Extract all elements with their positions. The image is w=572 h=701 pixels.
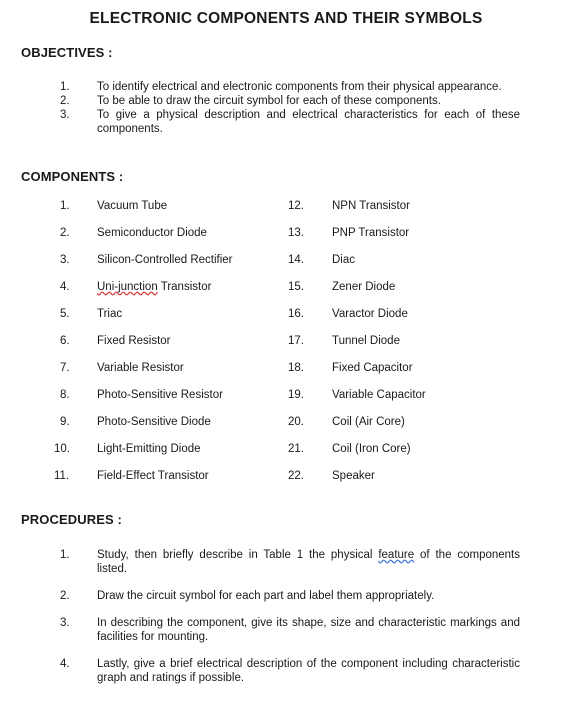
component-label-right: Zener Diode (332, 281, 396, 293)
component-number-right: 17. (288, 335, 304, 347)
component-label-left: Semiconductor Diode (97, 227, 207, 239)
component-row: 2. Semiconductor Diode 13. PNP Transisto… (0, 226, 572, 253)
component-row: 3. Silicon-Controlled Rectifier 14. Diac (0, 253, 572, 280)
objective-number: 2. (60, 95, 70, 107)
procedure-number: 4. (60, 658, 70, 670)
component-label-right: Diac (332, 254, 356, 266)
component-row: 11. Field-Effect Transistor 22. Speaker (0, 469, 572, 496)
objectives-list: 1. To identify electrical and electronic… (0, 80, 572, 136)
component-number-left: 5. (60, 308, 70, 320)
objective-item: 2. To be able to draw the circuit symbol… (0, 94, 572, 108)
component-number-left: 4. (60, 281, 70, 293)
component-label-left: Photo-Sensitive Resistor (97, 389, 223, 401)
procedure-number: 3. (60, 617, 70, 629)
component-number-right: 20. (288, 416, 304, 428)
component-label-right: Variable Capacitor (332, 389, 426, 401)
component-label-left: Silicon-Controlled Rectifier (97, 254, 233, 266)
component-row: 9. Photo-Sensitive Diode 20. Coil (Air C… (0, 415, 572, 442)
procedure-text: Draw the circuit symbol for each part an… (97, 590, 435, 602)
component-number-left: 3. (60, 254, 70, 266)
procedure-text-before: Study, then briefly describe in Table 1 … (97, 549, 379, 561)
component-number-left: 1. (60, 200, 70, 212)
objective-number: 1. (60, 81, 70, 93)
objective-text: To give a physical description and elect… (97, 109, 520, 135)
component-label-left: Triac (97, 308, 123, 320)
component-label-left: Uni-junction Transistor (97, 280, 211, 294)
component-label-left: Photo-Sensitive Diode (97, 416, 211, 428)
component-number-left: 7. (60, 362, 70, 374)
objective-text: To identify electrical and electronic co… (97, 81, 502, 93)
section-heading-procedures: PROCEDURES : (21, 512, 122, 527)
component-row: 1. Vacuum Tube 12. NPN Transistor (0, 199, 572, 226)
component-row: 6. Fixed Resistor 17. Tunnel Diode (0, 334, 572, 361)
objective-item: 1. To identify electrical and electronic… (0, 80, 572, 94)
page-title: ELECTRONIC COMPONENTS AND THEIR SYMBOLS (89, 10, 483, 27)
component-label-left: Field-Effect Transistor (97, 470, 209, 482)
procedure-item: 2. Draw the circuit symbol for each part… (0, 589, 572, 603)
component-number-right: 19. (288, 389, 304, 401)
component-number-right: 12. (288, 200, 304, 212)
procedure-item: 4. Lastly, give a brief electrical descr… (0, 657, 572, 685)
document-page: ELECTRONIC COMPONENTS AND THEIR SYMBOLS … (0, 0, 572, 701)
component-label-right: Coil (Air Core) (332, 416, 405, 428)
objective-text: To be able to draw the circuit symbol fo… (97, 95, 441, 107)
component-label-right: NPN Transistor (332, 200, 410, 212)
component-number-left: 11. (54, 470, 70, 482)
component-number-right: 15. (288, 281, 304, 293)
component-number-right: 18. (288, 362, 304, 374)
component-label-right: Tunnel Diode (332, 335, 400, 347)
procedure-number: 2. (60, 590, 70, 602)
component-label-left: Fixed Resistor (97, 335, 171, 347)
section-heading-objectives: OBJECTIVES : (21, 45, 113, 60)
component-label-left: Variable Resistor (97, 362, 184, 374)
component-row: 10. Light-Emitting Diode 21. Coil (Iron … (0, 442, 572, 469)
procedure-text: Study, then briefly describe in Table 1 … (97, 548, 520, 576)
procedure-number: 1. (60, 549, 70, 561)
component-label-left: Light-Emitting Diode (97, 443, 201, 455)
procedure-item: 1. Study, then briefly describe in Table… (0, 548, 572, 576)
component-label-right: PNP Transistor (332, 227, 410, 239)
component-row: 4. Uni-junction Transistor 15. Zener Dio… (0, 280, 572, 307)
component-label-left-rest: Transistor (157, 281, 212, 293)
component-row: 5. Triac 16. Varactor Diode (0, 307, 572, 334)
component-number-left: 8. (60, 389, 70, 401)
component-label-left: Vacuum Tube (97, 200, 168, 212)
component-number-right: 16. (288, 308, 304, 320)
component-number-right: 22. (288, 470, 304, 482)
component-row: 7. Variable Resistor 18. Fixed Capacitor (0, 361, 572, 388)
section-heading-components: COMPONENTS : (21, 169, 124, 184)
component-row: 8. Photo-Sensitive Resistor 19. Variable… (0, 388, 572, 415)
objective-number: 3. (60, 109, 70, 121)
component-number-left: 6. (60, 335, 70, 347)
component-number-left: 2. (60, 227, 70, 239)
component-label-right: Coil (Iron Core) (332, 443, 411, 455)
procedure-item: 3. In describing the component, give its… (0, 616, 572, 644)
component-label-right: Speaker (332, 470, 375, 482)
components-list: 1. Vacuum Tube 12. NPN Transistor 2. Sem… (0, 199, 572, 496)
component-number-right: 13. (288, 227, 304, 239)
component-number-left: 10. (54, 443, 70, 455)
grammarcheck-error-text: feature (378, 549, 415, 561)
component-label-right: Fixed Capacitor (332, 362, 413, 374)
procedure-text: Lastly, give a brief electrical descript… (97, 658, 520, 684)
component-number-right: 14. (288, 254, 304, 266)
component-number-left: 9. (60, 416, 70, 428)
procedure-text: In describing the component, give its sh… (97, 617, 520, 643)
procedures-list: 1. Study, then briefly describe in Table… (0, 548, 572, 698)
component-label-right: Varactor Diode (332, 308, 408, 320)
objective-item: 3. To give a physical description and el… (0, 108, 572, 136)
spellcheck-error-text: Uni-junction (97, 281, 158, 293)
component-number-right: 21. (288, 443, 304, 455)
